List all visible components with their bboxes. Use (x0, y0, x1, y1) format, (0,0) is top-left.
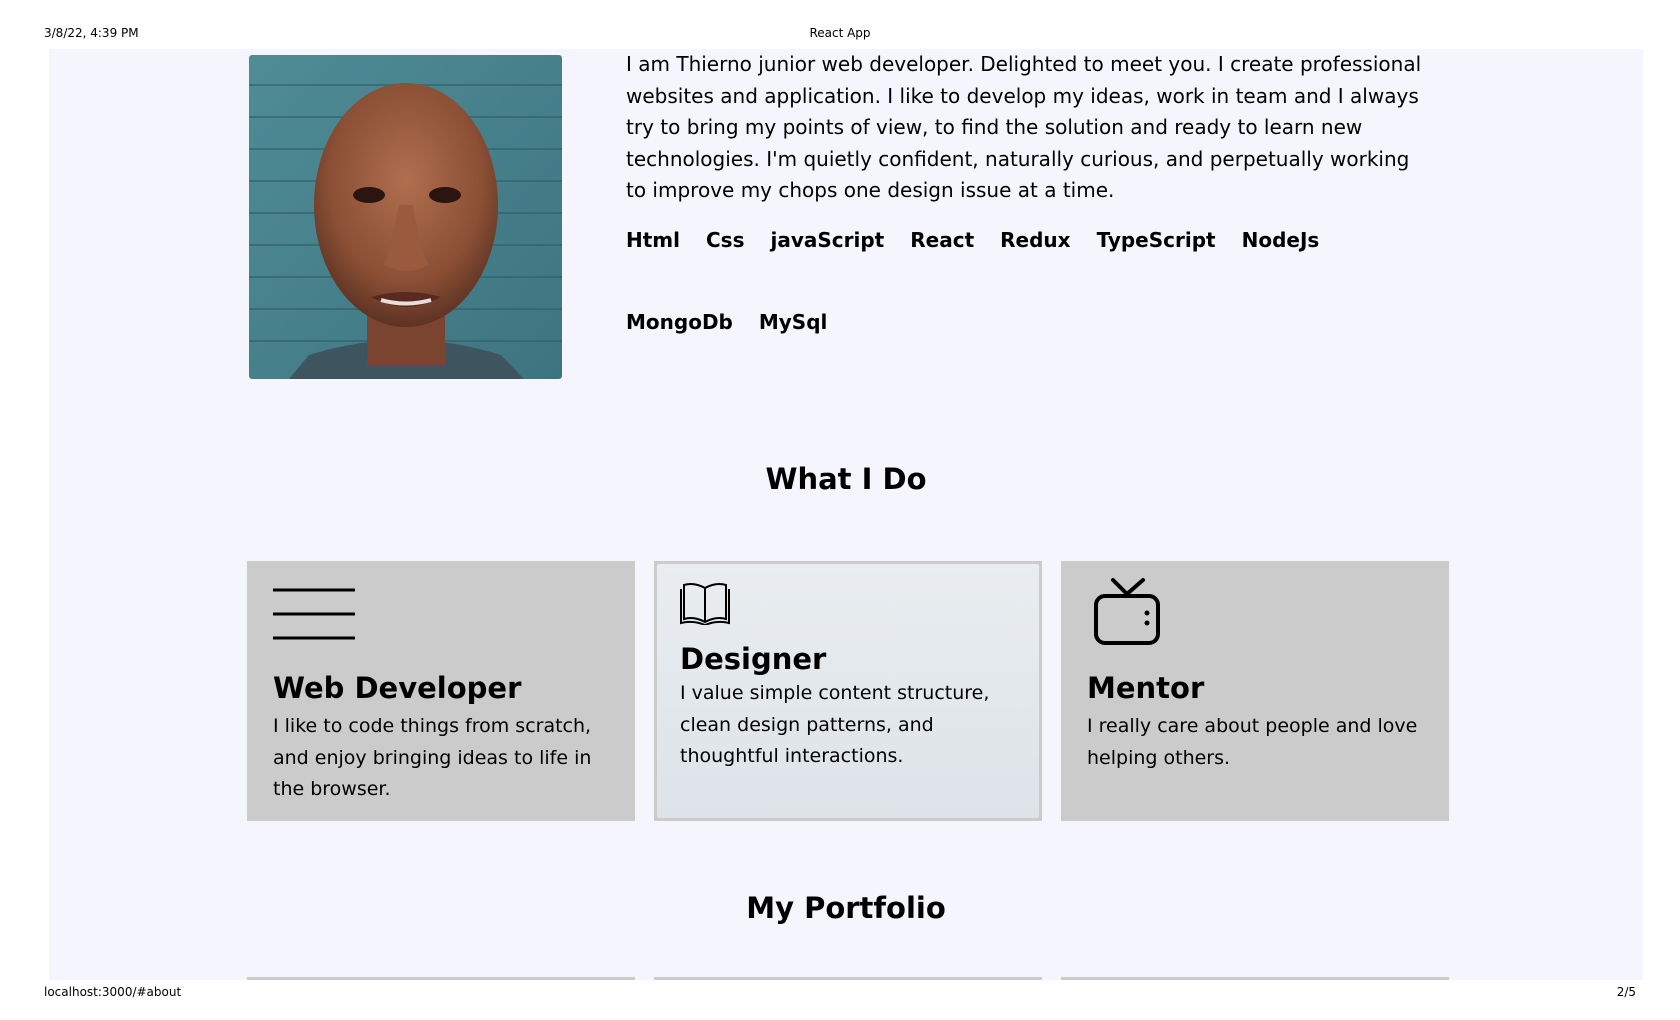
card-description: I value simple content structure, clean … (680, 682, 990, 767)
profile-photo (249, 55, 562, 379)
tv-icon (1093, 577, 1163, 651)
print-url: localhost:3000/#about (44, 985, 182, 999)
skill-tag: javaScript (770, 228, 885, 252)
skill-tag: MySql (758, 310, 828, 334)
about-paragraph: I am Thierno junior web developer. Delig… (626, 52, 1422, 202)
book-icon (680, 579, 730, 629)
service-card-web-developer[interactable]: Web Developer I like to code things from… (247, 561, 635, 821)
skill-tag: MongoDb (626, 310, 733, 334)
card-title: Designer (680, 642, 827, 676)
portfolio-card[interactable] (247, 977, 635, 980)
portfolio-card[interactable] (654, 977, 1042, 980)
print-title: React App (809, 26, 871, 40)
skill-tag: TypeScript (1096, 228, 1216, 252)
menu-lines-icon (273, 587, 355, 647)
print-page-number: 2/5 (1616, 985, 1636, 999)
card-title: Mentor (1087, 671, 1205, 705)
skill-tag: React (910, 228, 975, 252)
page-content: I am Thierno junior web developer. Delig… (49, 49, 1643, 980)
print-header: 3/8/22, 4:39 PM React App (44, 26, 1636, 42)
skill-tag: Css (706, 228, 745, 252)
card-description: I like to code things from scratch, and … (273, 715, 592, 800)
skill-tag: Redux (1000, 228, 1071, 252)
what-i-do-heading: What I Do (765, 462, 927, 496)
service-card-mentor[interactable]: Mentor I really care about people and lo… (1061, 561, 1449, 821)
skill-tag: Html (626, 228, 680, 252)
card-title: Web Developer (273, 671, 522, 705)
portfolio-card[interactable] (1061, 977, 1449, 980)
service-card-designer[interactable]: Designer I value simple content structur… (654, 561, 1042, 821)
skills-list: Html Css javaScript React Redux TypeScri… (626, 222, 1406, 340)
card-description: I really care about people and love help… (1087, 715, 1418, 769)
portfolio-heading: My Portfolio (746, 891, 946, 925)
skill-tag: NodeJs (1241, 228, 1320, 252)
print-footer: localhost:3000/#about 2/5 (44, 985, 1636, 1001)
